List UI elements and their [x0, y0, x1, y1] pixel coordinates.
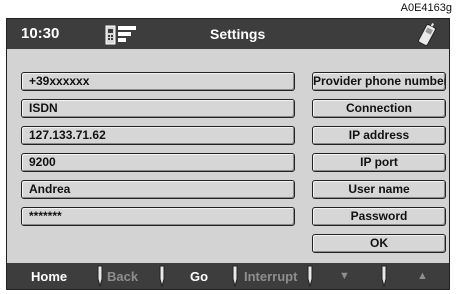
ok-button[interactable]: OK: [312, 234, 446, 253]
separator-icon: [230, 265, 240, 289]
separator-icon: [95, 265, 105, 289]
screen-title: Settings: [210, 26, 266, 42]
home-button[interactable]: Home: [31, 269, 67, 284]
connection-field[interactable]: ISDN: [21, 99, 295, 118]
user-name-field[interactable]: Andrea: [21, 180, 295, 199]
clock-time: 10:30: [21, 25, 60, 42]
user-name-button[interactable]: User name: [312, 180, 446, 199]
go-button[interactable]: Go: [190, 269, 208, 284]
handset-icon: [417, 22, 437, 53]
separator-icon: [157, 265, 167, 289]
connection-button[interactable]: Connection: [312, 99, 446, 118]
title-bar: 10:30 Settings: [7, 19, 449, 49]
password-field[interactable]: *******: [21, 207, 295, 226]
ip-address-button[interactable]: IP address: [312, 126, 446, 145]
scroll-down-button[interactable]: ▼: [339, 270, 350, 282]
back-button[interactable]: Back: [107, 269, 138, 284]
ip-address-field[interactable]: 127.133.71.62: [21, 126, 295, 145]
settings-screen: 10:30 Settings +39xxxxxx ISDN 127.133.71…: [6, 18, 450, 290]
provider-phone-number-field[interactable]: +39xxxxxx: [21, 72, 295, 91]
separator-icon: [305, 265, 315, 289]
scroll-up-button[interactable]: ▲: [417, 270, 428, 282]
figure-reference: A0E4163g: [400, 2, 452, 14]
ip-port-button[interactable]: IP port: [312, 153, 446, 172]
ip-port-field[interactable]: 9200: [21, 153, 295, 172]
interrupt-button[interactable]: Interrupt: [244, 269, 297, 284]
bottom-nav-bar: Home Back Go Interrupt ▼ ▲: [7, 263, 449, 289]
phone-menu-icon: [105, 24, 137, 51]
separator-icon: [379, 265, 389, 289]
password-button[interactable]: Password: [312, 207, 446, 226]
provider-phone-number-button[interactable]: Provider phone number: [312, 72, 446, 91]
